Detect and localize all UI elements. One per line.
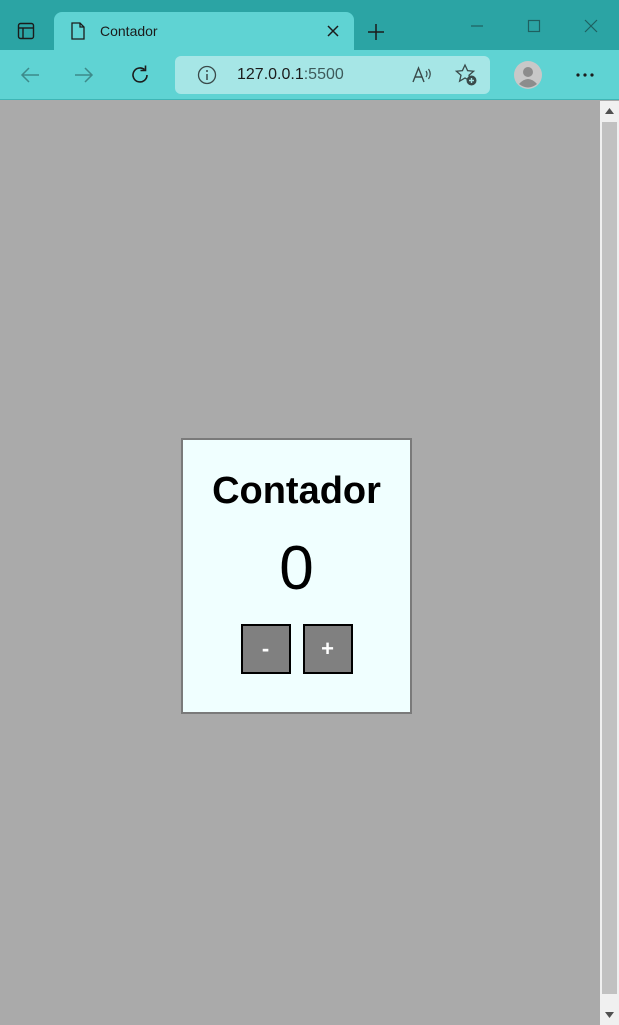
scroll-down-arrow-icon[interactable] (600, 1005, 619, 1025)
scroll-up-arrow-icon[interactable] (600, 101, 619, 121)
read-aloud-icon[interactable] (408, 61, 436, 89)
page-viewport: Contador 0 - + (0, 101, 600, 1025)
profile-button[interactable] (512, 59, 544, 91)
forward-button[interactable] (68, 59, 100, 91)
counter-buttons: - + (183, 624, 410, 674)
refresh-button[interactable] (124, 59, 156, 91)
counter-card: Contador 0 - + (181, 438, 412, 714)
close-icon[interactable] (322, 20, 344, 42)
scrollbar-thumb[interactable] (602, 122, 617, 994)
tab-title: Contador (100, 23, 158, 39)
menu-button[interactable] (569, 59, 601, 91)
profile-icon (514, 61, 542, 89)
maximize-button[interactable] (519, 11, 549, 41)
info-icon[interactable] (195, 63, 219, 87)
window-close-button[interactable] (576, 11, 606, 41)
new-tab-button[interactable] (362, 18, 390, 46)
minimize-button[interactable] (462, 11, 492, 41)
forward-arrow-icon (75, 67, 94, 83)
page-title: Contador (212, 470, 381, 512)
favorite-add-icon[interactable] (452, 61, 480, 89)
tab-strip: Contador (0, 0, 619, 50)
page-icon (68, 21, 88, 41)
refresh-icon (132, 65, 148, 83)
address-port: :5500 (303, 66, 344, 83)
counter-value: 0 (279, 534, 314, 603)
minimize-icon (471, 25, 483, 27)
increment-button[interactable]: + (302, 624, 353, 674)
more-icon (576, 73, 594, 77)
vertical-scrollbar[interactable] (600, 101, 619, 1025)
browser-toolbar: 127.0.0.1:5500 (0, 50, 619, 100)
maximize-icon (527, 19, 541, 33)
back-button[interactable] (14, 59, 46, 91)
browser-tab[interactable]: Contador (54, 12, 354, 50)
address-host: 127.0.0.1 (237, 66, 304, 83)
address-bar[interactable]: 127.0.0.1:5500 (175, 56, 490, 94)
plus-icon (368, 24, 384, 40)
back-arrow-icon (20, 67, 39, 83)
tab-actions-icon[interactable] (3, 12, 49, 50)
window-close-icon (584, 19, 598, 33)
address-url[interactable]: 127.0.0.1:5500 (237, 66, 408, 84)
decrement-button[interactable]: - (240, 624, 291, 674)
